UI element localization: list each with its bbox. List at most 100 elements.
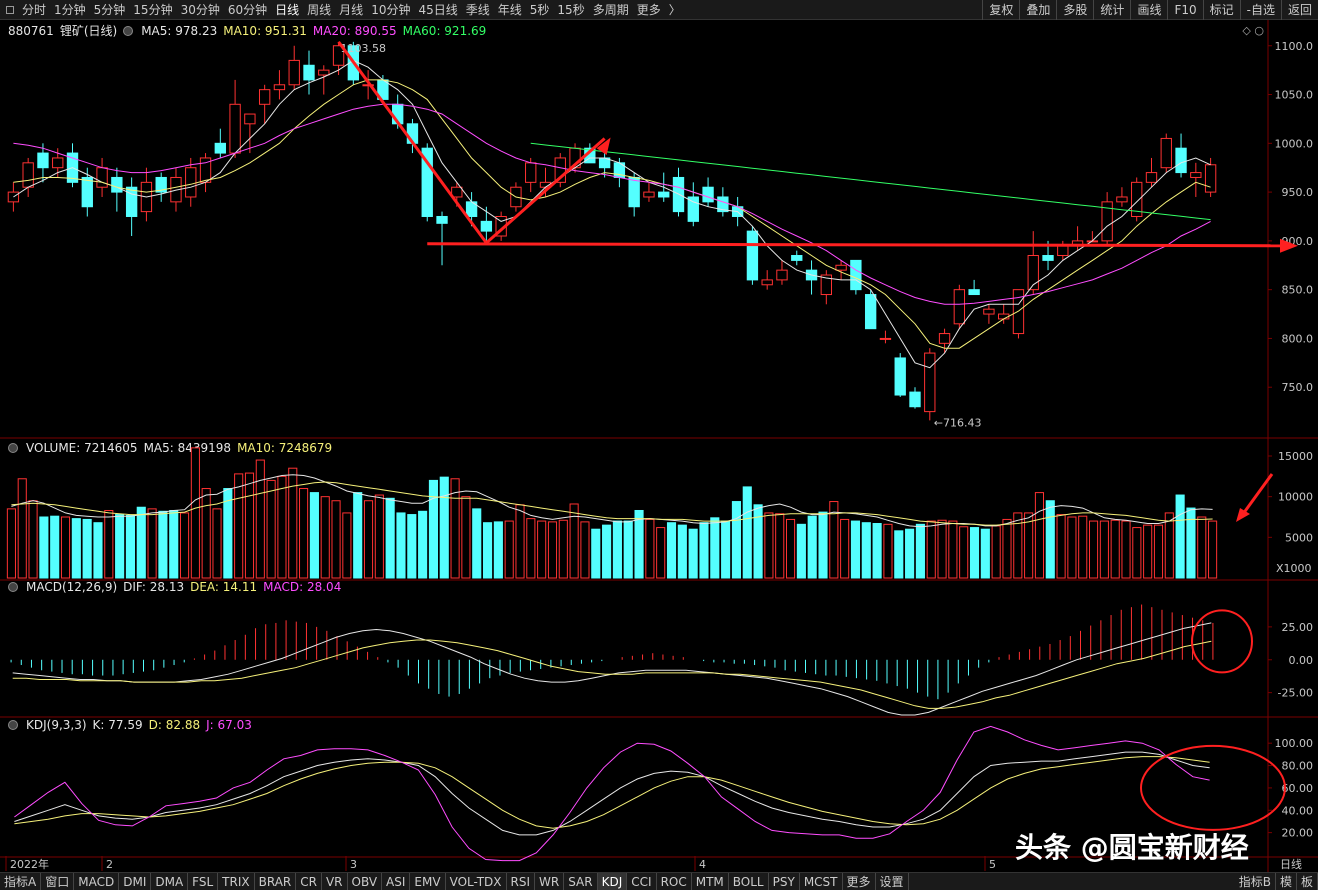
candle-down [1042,255,1054,261]
candle-down [81,176,93,208]
candle-up [1160,137,1172,169]
volume-bar-up [212,508,222,579]
indicator-tab[interactable]: TRIX [218,872,255,890]
y-tick-label: 25.00 [1282,621,1314,634]
candle-down [746,230,759,281]
dif-line [12,622,1212,716]
indicator-tab[interactable]: EMV [410,872,446,890]
y-tick-label: 850.0 [1282,284,1314,297]
volume-bar-down [396,512,406,579]
candle-up [643,191,655,198]
volume-bar-down [710,517,720,579]
indicator-tab[interactable]: BOLL [729,872,769,890]
indicator-tab[interactable]: MCST [800,872,843,890]
candle-down [1175,147,1187,174]
indicator-tab[interactable]: 窗口 [41,872,75,890]
volume-bar-up [948,520,958,579]
indicator-tab[interactable]: VR [322,872,348,890]
volume-bar-down [894,530,904,579]
y-tick-label: 1050.0 [1275,89,1314,102]
indicator-tab[interactable]: CR [296,872,322,890]
y-tick-label: 80.00 [1282,760,1314,773]
candle-down [658,191,670,198]
indicator-tab[interactable]: OBV [348,872,383,890]
indicator-tab[interactable]: SAR [564,872,598,890]
candle-down [111,176,123,193]
indicator-b-tab[interactable]: 板 [1297,873,1318,890]
indicator-tab[interactable]: PSY [769,872,800,890]
volume-bar-up [569,503,579,579]
volume-bar-down [115,514,125,579]
candle-up [22,162,34,188]
indicator-tab[interactable]: 设置 [876,872,909,890]
candle-down [214,142,226,154]
indicator-tab[interactable]: 更多 [843,872,876,890]
volume-bar-down [872,523,882,579]
volume-bar-down [969,527,980,579]
chart-area[interactable]: 750.0800.0850.0900.0950.01000.01050.0110… [0,0,1318,872]
candle-down [864,294,877,330]
indicator-tab[interactable]: FSL [188,872,219,890]
volume-bar-down [591,528,601,579]
volume-bar-down [418,510,428,579]
candle-down [125,186,138,217]
indicator-tab[interactable]: WR [535,872,565,890]
volume-bar-down [353,492,363,579]
indicator-tab[interactable]: DMI [119,872,152,890]
volume-bar-up [504,520,514,579]
indicator-tab[interactable]: CCI [627,872,657,890]
indicator-tab[interactable]: KDJ [597,872,628,890]
indicator-tab[interactable]: MACD [74,872,120,890]
volume-bar-down [980,528,990,579]
indicator-b-tab[interactable]: 指标B [1235,873,1276,890]
candle-up [1204,164,1217,193]
candle-up [953,289,966,325]
volume-bar-down [1045,500,1055,579]
y-tick-label: 5000 [1285,531,1313,544]
candle-down [850,259,862,291]
indicator-tab[interactable]: RSI [507,872,536,890]
volume-bar-down [428,479,439,579]
volume-bar-down [634,509,644,579]
volume-bar-up [1002,518,1012,579]
indicator-tab[interactable]: DMA [151,872,189,890]
volume-bar-up [17,478,27,579]
y-tick-label: 0.00 [1289,654,1314,667]
volume-bar-up [991,525,1001,579]
candle-up [273,84,286,91]
indicator-tab[interactable]: BRAR [255,872,297,890]
volume-bar-up [537,520,547,579]
candle-down [791,255,803,261]
y-tick-label: 40.00 [1282,804,1314,817]
indicator-toolbar: 指标A 窗口 MACD DMI DMA FSL TRIX BRAR CR VR OBV ASI EMV V… [0,872,1318,890]
volume-bar-down [493,521,503,579]
volume-bar-down [699,522,709,579]
annotation-up-line [485,137,606,244]
candle-up [1057,245,1069,257]
volume-bar-up [363,500,374,579]
indicator-tab[interactable]: VOL-TDX [446,872,507,890]
volume-bar-up [288,467,298,579]
k-line [14,751,1210,836]
volume-bar-down [731,501,742,579]
bottom-right-tools: 指标B 模板 [1235,873,1318,890]
volume-bar-up [883,523,893,579]
y-tick-label: 950.0 [1282,186,1314,199]
candle-down [628,176,640,208]
volume-bar-up [580,521,590,579]
indicator-tab[interactable]: ROC [657,872,692,890]
indicator-tab[interactable]: 指标A [0,872,42,890]
volume-bar-down [915,523,925,579]
volume-bar-up [656,527,666,579]
indicator-tab[interactable]: MTM [692,872,729,890]
indicator-list: 指标A 窗口 MACD DMI DMA FSL TRIX BRAR CR VR OBV ASI EMV V… [0,872,909,890]
y-tick-label: 60.00 [1282,782,1314,795]
indicator-tab[interactable]: ASI [382,872,411,890]
volume-bar-down [472,508,482,579]
x-axis-label: 5 [989,858,996,871]
indicator-b-tab[interactable]: 模 [1276,873,1297,890]
volume-bar-up [1121,520,1131,579]
volume-bar-down [482,522,493,579]
annotation-down-line [337,40,488,244]
volume-bar-up [1197,516,1207,579]
